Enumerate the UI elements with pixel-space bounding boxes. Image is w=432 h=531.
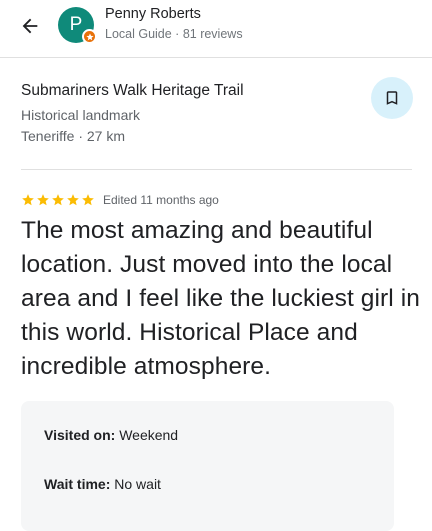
local-guide-badge-icon	[82, 29, 97, 44]
reviewer-name[interactable]: Penny Roberts	[105, 6, 201, 22]
arrow-back-icon	[22, 18, 38, 34]
wait-time-value: No wait	[114, 476, 161, 492]
star-icon	[22, 194, 34, 206]
wait-time-label: Wait time:	[44, 476, 111, 492]
star-icon	[37, 194, 49, 206]
app-header: P Penny Roberts Local Guide · 81 reviews	[0, 0, 432, 58]
visited-on-label: Visited on:	[44, 427, 116, 443]
place-location: Teneriffe · 27 km	[21, 128, 126, 144]
visited-on-row: Visited on: Weekend	[44, 427, 178, 443]
reviewer-avatar-wrapper[interactable]: P	[58, 7, 97, 44]
place-name[interactable]: Submariners Walk Heritage Trail	[21, 82, 351, 100]
back-button[interactable]	[14, 10, 46, 42]
avatar-initial: P	[69, 14, 83, 35]
place-info[interactable]: Submariners Walk Heritage Trail Historic…	[21, 82, 351, 144]
star-icon	[82, 194, 94, 206]
star-rating	[21, 193, 95, 207]
divider	[21, 169, 412, 170]
bookmark-icon	[386, 91, 398, 105]
star-icon	[67, 194, 79, 206]
review-rating-row: Edited 11 months ago	[21, 192, 219, 208]
star-icon	[52, 194, 64, 206]
review-text: The most amazing and beautiful location.…	[21, 217, 421, 380]
reviewer-meta: Local Guide · 81 reviews	[105, 27, 243, 41]
visited-on-value: Weekend	[119, 427, 179, 443]
place-category: Historical landmark	[21, 107, 141, 123]
save-button[interactable]	[371, 77, 413, 119]
wait-time-row: Wait time: No wait	[44, 476, 161, 492]
edited-timestamp: Edited 11 months ago	[103, 193, 219, 207]
